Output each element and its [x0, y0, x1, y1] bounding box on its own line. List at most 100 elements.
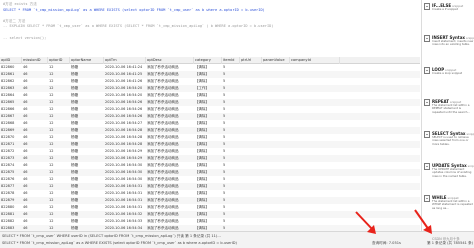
table-cell: 【清除】: [195, 114, 209, 118]
table-cell: 2020-10-06 16:41:26: [105, 79, 143, 83]
table-cell: 2020-10-06 16:41:24: [105, 65, 143, 69]
table-cell: 【清除】: [195, 219, 209, 223]
result-grid[interactable]: apiID missionID optorID optorName optTm optDe…: [0, 57, 420, 231]
table-cell: 12: [49, 135, 54, 139]
table-cell: 12: [49, 198, 54, 202]
table-cell: 46: [23, 65, 28, 69]
table-cell: 5: [223, 65, 226, 69]
status-bar: SELECT * FROM `t_cmp_user` WHERE userID …: [0, 231, 474, 248]
table-row[interactable]: 822874 46 12 杨璐 2020-10-06 16:54:30 添加了秒杀活动商品…: [0, 162, 420, 169]
snippet-item[interactable]: REPEATsnippet The statement list within a…: [423, 98, 474, 118]
table-cell: 杨璐: [71, 142, 78, 146]
table-cell: 杨璐: [71, 79, 78, 83]
code-line[interactable]: SELECT * FROM `t_cmp_mission_apiLog` as …: [3, 8, 265, 13]
table-row[interactable]: 822860 46 12 杨璐 2020-10-06 16:41:24 添加了秒杀活动商品…: [0, 64, 420, 71]
snippet-item[interactable]: LOOPsnippet Create a loop snippet: [423, 66, 474, 86]
table-row[interactable]: 822864 46 12 杨璐 2020-10-06 16:54:20 添加了秒杀活动商品…: [0, 92, 420, 99]
table-row[interactable]: 822870 46 12 杨璐 2020-10-06 16:54:28 添加了秒杀活动商品…: [0, 134, 420, 141]
table-row[interactable]: 822871 46 12 杨璐 2020-10-06 16:54:28 添加了秒杀活动商品…: [0, 141, 420, 148]
table-row[interactable]: 822876 46 12 杨璐 2020-10-06 16:54:30 添加了秒杀活动商品…: [0, 176, 420, 183]
table-cell: 2020-10-06 16:54:27: [105, 121, 143, 125]
table-cell: 【清除】: [195, 100, 209, 104]
table-cell: 5: [223, 72, 226, 76]
table-cell: 2020-10-06 16:54:28: [105, 128, 143, 132]
table-cell: 46: [23, 128, 28, 132]
code-line[interactable]: #方法 exists 方法: [3, 2, 37, 7]
snippet-icon: [424, 131, 430, 138]
table-cell: 添加了秒杀活动商品: [147, 205, 179, 209]
table-cell: 杨璐: [71, 135, 78, 139]
table-cell: 添加了秒杀活动商品: [147, 65, 179, 69]
snippet-description: SELECT is used to retrieve rows selected…: [432, 135, 469, 146]
table-row[interactable]: 822875 46 12 杨璐 2020-10-06 16:54:30 添加了秒杀活动商品…: [0, 169, 420, 176]
table-row[interactable]: 822877 46 12 杨璐 2020-10-06 16:54:31 添加了秒杀活动商品…: [0, 183, 420, 190]
table-cell: 12: [49, 86, 54, 90]
table-row[interactable]: 822862 46 12 杨璐 2020-10-06 16:41:26 添加了秒杀活动商品…: [0, 78, 420, 85]
table-cell: 5: [223, 79, 226, 83]
table-cell: 822861: [1, 72, 15, 76]
column-header[interactable]: itemId: [222, 57, 240, 64]
table-cell: 822871: [1, 142, 15, 146]
column-header[interactable]: paramValue: [262, 57, 290, 64]
column-header[interactable]: optDesc: [146, 57, 194, 64]
snippet-item[interactable]: INSERT SyntaxsnippetInsert statement; in…: [423, 34, 474, 54]
column-header[interactable]: optorName: [70, 57, 104, 64]
table-row[interactable]: 822873 46 12 杨璐 2020-10-06 16:54:29 添加了秒杀活动商品…: [0, 155, 420, 162]
code-line[interactable]: -- select version();: [3, 36, 46, 41]
table-cell: 46: [23, 156, 28, 160]
table-cell: 46: [23, 149, 28, 153]
table-cell: 添加了秒杀活动商品: [147, 219, 179, 223]
snippet-description: Create a if snippet: [432, 7, 458, 11]
record-count: 第 1 条记录 (共 785541 条): [427, 241, 474, 245]
column-header[interactable]: companyId: [290, 57, 340, 64]
snippet-item[interactable]: SELECT SyntaxsnippetSELECT is used to re…: [423, 130, 474, 150]
table-row[interactable]: 822872 46 12 杨璐 2020-10-06 16:54:29 添加了秒杀活动商品…: [0, 148, 420, 155]
column-header[interactable]: missionID: [22, 57, 48, 64]
column-header[interactable]: apiID: [0, 57, 22, 64]
snippet-description: Create a loop snippet: [432, 71, 463, 75]
table-row[interactable]: 822867 46 12 杨璐 2020-10-06 16:54:26 添加了秒杀活动商品…: [0, 113, 420, 120]
table-cell: 822879: [1, 198, 15, 202]
table-cell: 添加了秒杀活动商品: [147, 191, 179, 195]
table-cell: 12: [49, 72, 54, 76]
table-cell: 【清除】: [195, 170, 209, 174]
table-cell: 822882: [1, 219, 15, 223]
table-row[interactable]: 822861 46 12 杨璐 2020-10-06 16:41:25 添加了秒杀活动商品…: [0, 71, 420, 78]
table-cell: 822872: [1, 149, 15, 153]
table-cell: 46: [23, 191, 28, 195]
table-cell: 46: [23, 79, 28, 83]
table-cell: 2020-10-06 16:54:26: [105, 100, 143, 104]
table-cell: 2020-10-06 16:54:32: [105, 212, 143, 216]
table-row[interactable]: 822866 46 12 杨璐 2020-10-06 16:54:26 添加了秒杀活动商品…: [0, 106, 420, 113]
column-header[interactable]: optTm: [104, 57, 146, 64]
table-cell: 杨璐: [71, 128, 78, 132]
table-cell: 添加了秒杀活动商品: [147, 79, 179, 83]
snippet-item[interactable]: UPDATE SyntaxsnippetThe UPDATE statement…: [423, 162, 474, 182]
table-cell: 5: [223, 135, 226, 139]
table-cell: 添加了秒杀活动商品: [147, 184, 179, 188]
column-header[interactable]: optorID: [48, 57, 70, 64]
table-cell: 2020-10-06 16:54:30: [105, 163, 143, 167]
table-row[interactable]: 822863 46 12 杨璐 2020-10-06 16:54:20 添加了秒杀活动商品…: [0, 85, 420, 92]
table-cell: 杨璐: [71, 156, 78, 160]
table-cell: 46: [23, 205, 28, 209]
table-row[interactable]: 822869 46 12 杨璐 2020-10-06 16:54:28 添加了秒杀活动商品…: [0, 127, 420, 134]
table-cell: 5: [223, 170, 226, 174]
code-line[interactable]: #方法二 方法: [3, 19, 25, 24]
table-row[interactable]: 822865 46 12 杨璐 2020-10-06 16:54:26 添加了秒杀活动商品…: [0, 99, 420, 106]
sql-editor[interactable]: #方法 exists 方法 SELECT * FROM `t_cmp_missio…: [0, 0, 420, 46]
table-cell: 【清除】: [195, 163, 209, 167]
column-header[interactable]: ptrUrl: [240, 57, 262, 64]
table-cell: 822862: [1, 79, 15, 83]
snippet-help-panel: IF...ELSEsnippet Create a if snippet INSER…: [421, 0, 474, 231]
table-cell: 【清除】: [195, 72, 209, 76]
table-row[interactable]: 822879 46 12 杨璐 2020-10-06 16:54:31 添加了秒杀活动商品…: [0, 197, 420, 204]
table-cell: 12: [49, 170, 54, 174]
table-row[interactable]: 822868 46 12 杨璐 2020-10-06 16:54:27 添加了秒杀活动商品…: [0, 120, 420, 127]
table-row[interactable]: 822878 46 12 杨璐 2020-10-06 16:54:31 添加了秒杀活动商品…: [0, 190, 420, 197]
code-line[interactable]: -- EXPLAIN SELECT * FROM `t_cmp_user` as…: [3, 24, 273, 29]
table-cell: 822881: [1, 212, 15, 216]
table-cell: 46: [23, 93, 28, 97]
snippet-item[interactable]: IF...ELSEsnippet Create a if snippet: [423, 2, 474, 22]
column-header[interactable]: category: [194, 57, 222, 64]
